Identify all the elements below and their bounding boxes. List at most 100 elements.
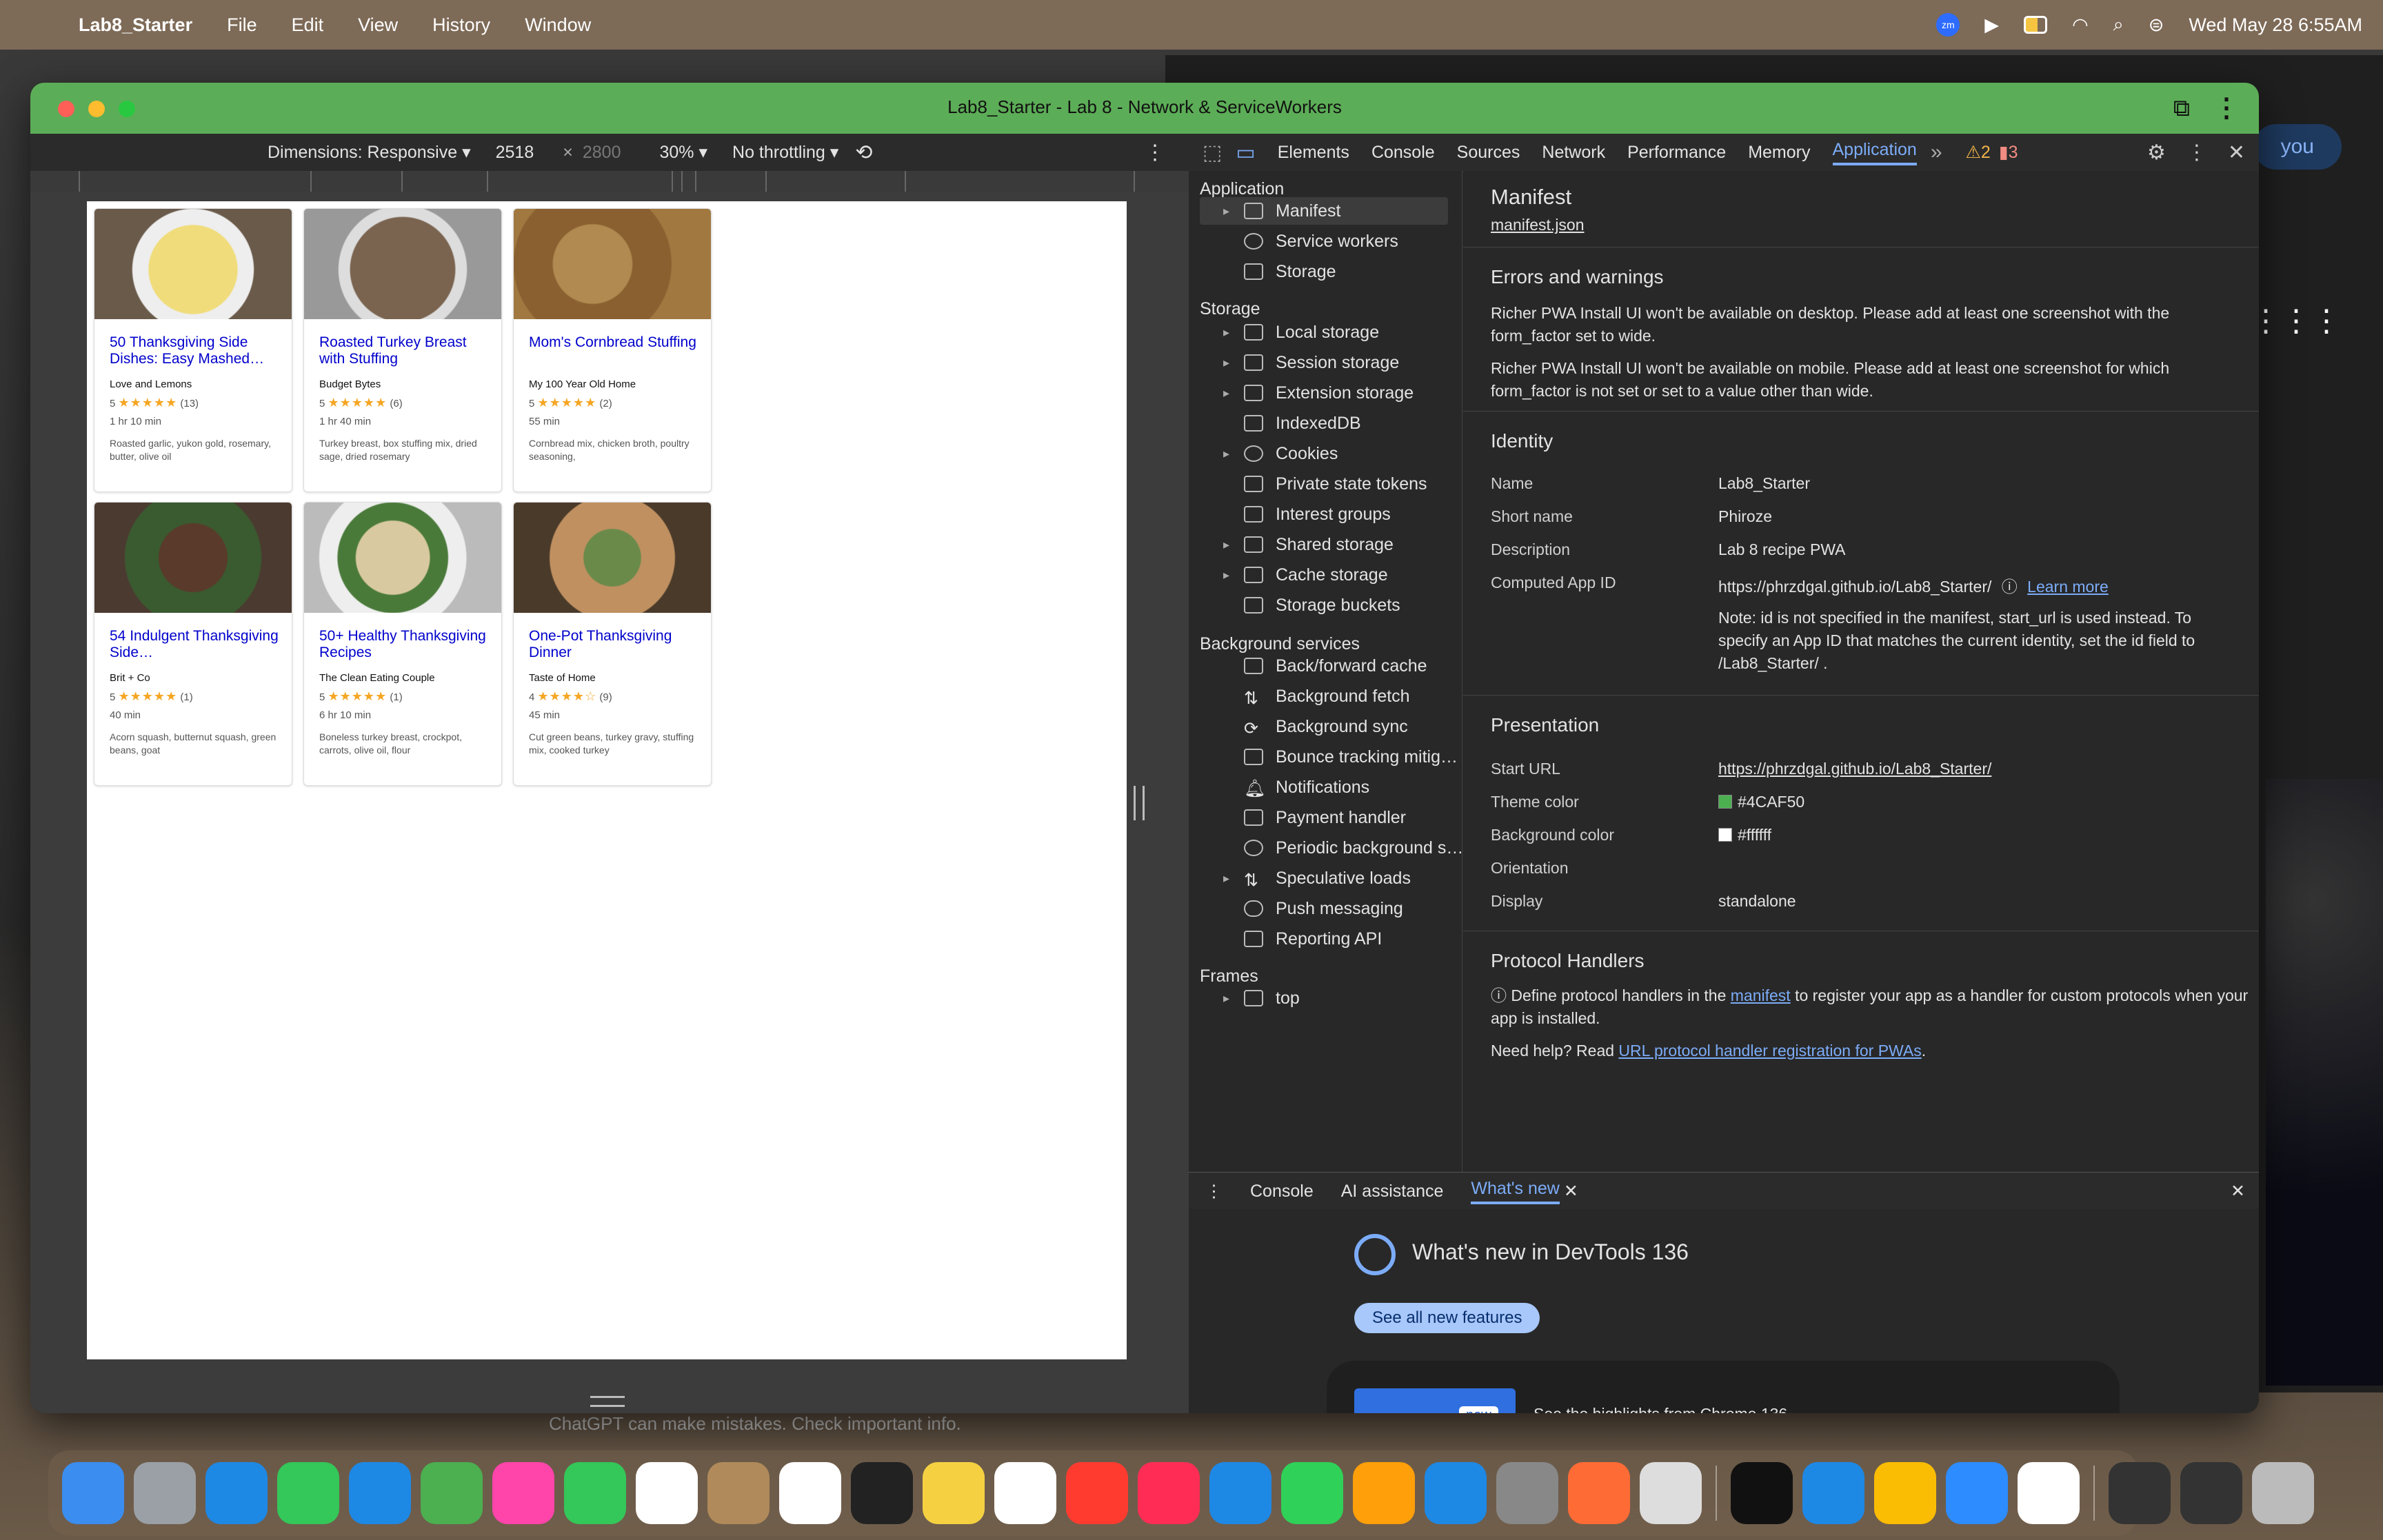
expand-arrow-icon[interactable]: ▸	[1223, 447, 1237, 461]
dock-app-icon[interactable]	[1353, 1462, 1415, 1524]
dock-app-icon[interactable]	[134, 1462, 196, 1524]
tab-console[interactable]: Console	[1371, 143, 1435, 163]
device-toolbar-more-icon[interactable]: ⋮	[1145, 141, 1165, 165]
dock-app-icon[interactable]	[2018, 1462, 2080, 1524]
menu-history[interactable]: History	[432, 14, 490, 36]
expand-arrow-icon[interactable]: ▸	[1223, 991, 1237, 1006]
dock-app-icon[interactable]	[1731, 1462, 1793, 1524]
dock-app-icon[interactable]	[1874, 1462, 1936, 1524]
sidebar-item-indexeddb[interactable]: IndexedDB	[1237, 409, 1361, 437]
tab-memory[interactable]: Memory	[1748, 143, 1810, 163]
sidebar-item-notifications[interactable]: 🔔︎ Notifications	[1237, 773, 1369, 801]
theme-color-swatch[interactable]	[1718, 795, 1732, 809]
sidebar-item-manifest[interactable]: ▸ Manifest	[1200, 197, 1448, 225]
expand-arrow-icon[interactable]: ▸	[1223, 204, 1237, 219]
expand-arrow-icon[interactable]: ▸	[1223, 356, 1237, 370]
dock-app-icon[interactable]	[1209, 1462, 1271, 1524]
sidebar-item-extension-storage[interactable]: ▸ Extension storage	[1223, 379, 1414, 407]
tab-performance[interactable]: Performance	[1627, 143, 1726, 163]
dock-app-icon[interactable]	[851, 1462, 913, 1524]
sidebar-item-cache-storage[interactable]: ▸ Cache storage	[1223, 561, 1388, 589]
dock-app-icon[interactable]	[1946, 1462, 2008, 1524]
help-icon[interactable]: ⓘ	[2002, 578, 2018, 596]
sidebar-item-shared-storage[interactable]: ▸ Shared storage	[1223, 531, 1394, 558]
apps-grid-icon[interactable]: ⋮⋮⋮	[2251, 303, 2342, 338]
drawer-tab-whats-new[interactable]: What's new	[1471, 1179, 1560, 1204]
expand-arrow-icon[interactable]: ▸	[1223, 538, 1237, 552]
sidebar-item-interest-groups[interactable]: Interest groups	[1237, 500, 1391, 528]
recipe-card[interactable]: 54 Indulgent Thanksgiving Side… Brit + C…	[94, 502, 292, 786]
dock-app-icon[interactable]	[62, 1462, 124, 1524]
viewport-bottom-handle[interactable]	[590, 1396, 625, 1407]
dock-app-icon[interactable]	[277, 1462, 339, 1524]
recipe-card[interactable]: One-Pot Thanksgiving Dinner Taste of Hom…	[513, 502, 712, 786]
rotate-icon[interactable]: ⟲	[855, 141, 872, 165]
dock-app-icon[interactable]	[564, 1462, 626, 1524]
dock-app-icon[interactable]	[2252, 1462, 2314, 1524]
sidebar-item-speculative-loads[interactable]: ▸ ⇅ Speculative loads	[1223, 864, 1411, 892]
sidebar-item-bounce-tracking[interactable]: Bounce tracking mitig…	[1237, 743, 1458, 771]
dock-app-icon[interactable]	[205, 1462, 268, 1524]
dock-app-icon[interactable]	[1802, 1462, 1864, 1524]
sidebar-item-push-messaging[interactable]: Push messaging	[1237, 895, 1403, 922]
drawer-tab-ai-assistance[interactable]: AI assistance	[1341, 1182, 1444, 1202]
menu-window[interactable]: Window	[525, 14, 591, 36]
sidebar-item-periodic-background-sync[interactable]: Periodic background s…	[1237, 834, 1463, 862]
sidebar-item-reporting-api[interactable]: Reporting API	[1237, 925, 1382, 953]
background-color-swatch[interactable]	[1718, 828, 1732, 842]
extensions-icon[interactable]: ⧉	[2173, 95, 2190, 122]
media-query-ruler[interactable]	[30, 171, 1189, 192]
wifi-icon[interactable]: ◠	[2072, 14, 2089, 36]
height-input[interactable]: 2800	[583, 143, 621, 163]
sidebar-item-payment-handler[interactable]: Payment handler	[1237, 804, 1406, 831]
start-url-link[interactable]: https://phrzdgal.github.io/Lab8_Starter/	[1718, 760, 1991, 778]
dock-app-icon[interactable]	[1496, 1462, 1558, 1524]
close-devtools-icon[interactable]: ✕	[2228, 141, 2245, 165]
recipe-card[interactable]: Mom's Cornbread Stuffing My 100 Year Old…	[513, 208, 712, 492]
sidebar-item-session-storage[interactable]: ▸ Session storage	[1223, 349, 1399, 376]
dock-app-icon[interactable]	[1066, 1462, 1128, 1524]
more-options-icon[interactable]: ⋮	[2213, 92, 2240, 123]
throttling-select[interactable]: No throttling ▾	[732, 142, 838, 163]
drawer-tab-console[interactable]: Console	[1250, 1182, 1314, 1202]
dock-app-icon[interactable]	[1425, 1462, 1487, 1524]
learn-more-link[interactable]: Learn more	[2027, 578, 2109, 596]
battery-icon[interactable]	[2024, 16, 2048, 34]
protocol-help-link[interactable]: URL protocol handler registration for PW…	[1618, 1042, 1921, 1060]
dock-app-icon[interactable]	[1138, 1462, 1200, 1524]
manifest-link[interactable]: manifest.json	[1491, 214, 1585, 236]
dock-app-icon[interactable]	[421, 1462, 483, 1524]
zoom-select[interactable]: 30% ▾	[659, 142, 707, 163]
warnings-badge[interactable]: ⚠2	[1966, 142, 1991, 163]
dock-app-icon[interactable]	[2180, 1462, 2242, 1524]
tab-application[interactable]: Application	[1832, 140, 1917, 165]
search-icon[interactable]: ⌕	[2113, 14, 2124, 36]
viewport-resize-handle[interactable]	[1134, 786, 1145, 820]
recipe-title[interactable]: 50+ Healthy Thanksgiving Recipes	[319, 628, 494, 662]
dock-app-icon[interactable]	[923, 1462, 985, 1524]
control-center-icon[interactable]: ⊜	[2149, 14, 2164, 36]
dock-app-icon[interactable]	[707, 1462, 770, 1524]
sidebar-item-local-storage[interactable]: ▸ Local storage	[1223, 318, 1379, 346]
sidebar-item-private-state-tokens[interactable]: Private state tokens	[1237, 470, 1427, 498]
settings-gear-icon[interactable]: ⚙	[2147, 141, 2166, 165]
width-input[interactable]: 2518	[496, 143, 534, 163]
dimensions-select[interactable]: Dimensions: Responsive ▾	[268, 142, 471, 163]
sidebar-item-frame-top[interactable]: ▸ top	[1223, 984, 1300, 1012]
expand-arrow-icon[interactable]: ▸	[1223, 325, 1237, 340]
recipe-card[interactable]: 50 Thanksgiving Side Dishes: Easy Mashed…	[94, 208, 292, 492]
see-all-features-button[interactable]: See all new features	[1354, 1303, 1540, 1333]
dock-app-icon[interactable]	[349, 1462, 411, 1524]
menu-file[interactable]: File	[227, 14, 257, 36]
dock-app-icon[interactable]	[994, 1462, 1056, 1524]
sidebar-item-service-workers[interactable]: Service workers	[1237, 227, 1398, 255]
recipe-title[interactable]: Roasted Turkey Breast with Stuffing	[319, 334, 494, 369]
sidebar-item-back-forward-cache[interactable]: Back/forward cache	[1237, 652, 1427, 680]
recipe-title[interactable]: 54 Indulgent Thanksgiving Side…	[110, 628, 285, 662]
clock[interactable]: Wed May 28 6:55AM	[2189, 14, 2362, 36]
recipe-title[interactable]: 50 Thanksgiving Side Dishes: Easy Mashed…	[110, 334, 285, 369]
device-toolbar-toggle-icon[interactable]: ▭	[1236, 141, 1255, 165]
expand-arrow-icon[interactable]: ▸	[1223, 568, 1237, 582]
drawer-menu-icon[interactable]: ⋮	[1205, 1181, 1223, 1202]
recipe-title[interactable]: Mom's Cornbread Stuffing	[529, 334, 704, 369]
